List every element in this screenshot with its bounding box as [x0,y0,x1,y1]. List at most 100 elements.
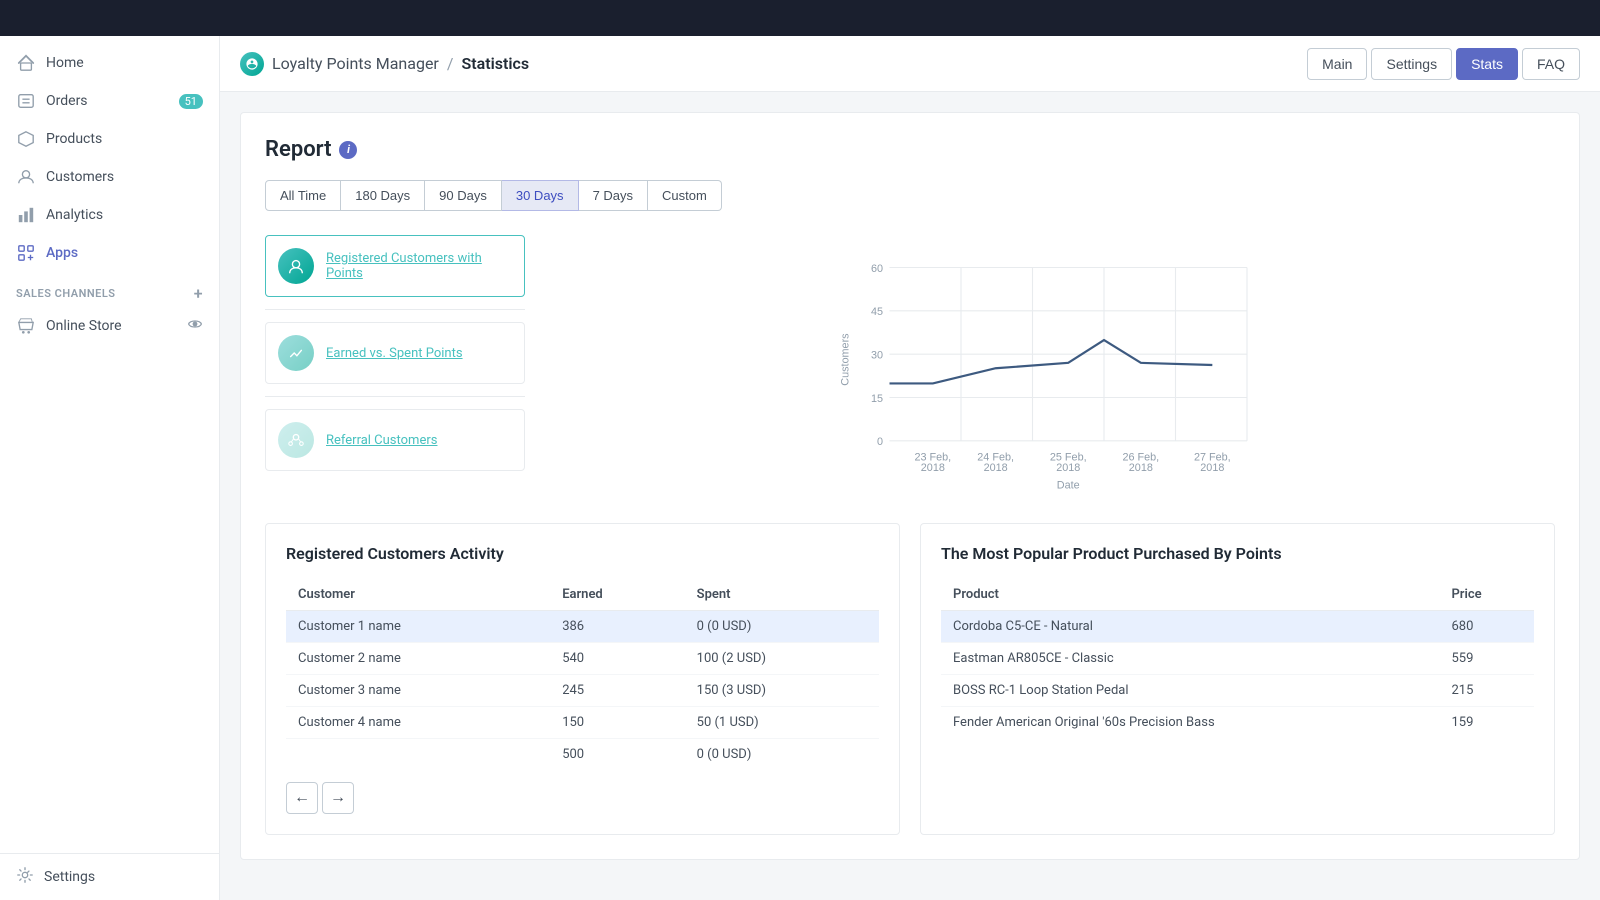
online-store-icon [16,316,36,336]
cell-customer [286,739,550,771]
home-icon [16,53,36,73]
sidebar: Home Orders 51 Products Customers [0,36,220,900]
cell-customer: Customer 1 name [286,611,550,643]
cell-earned: 150 [550,707,684,739]
sidebar-item-apps[interactable]: Apps [0,234,219,272]
tab-main[interactable]: Main [1307,48,1367,80]
tab-stats[interactable]: Stats [1456,48,1518,80]
sidebar-item-products-label: Products [46,131,102,147]
sidebar-settings[interactable]: Settings [0,853,219,900]
svg-text:2018: 2018 [1056,462,1080,474]
cell-spent: 0 (0 USD) [685,611,879,643]
table-row: Customer 3 name 245 150 (3 USD) [286,675,879,707]
svg-text:30: 30 [871,350,883,362]
sidebar-item-orders-label: Orders [46,93,88,109]
chart-section: Registered Customers with Points Earned … [265,235,1555,499]
report-card: Report i All Time 180 Days 90 Days 30 Da… [240,112,1580,860]
breadcrumb-page-title: Statistics [461,54,529,73]
table-row: Fender American Original '60s Precision … [941,707,1534,739]
cell-price: 680 [1439,611,1534,643]
legend-referral[interactable]: Referral Customers [265,409,525,471]
tab-faq[interactable]: FAQ [1522,48,1580,80]
table-row: Customer 4 name 150 50 (1 USD) [286,707,879,739]
svg-text:Date: Date [1057,480,1080,492]
table-pagination: ← → [286,782,879,814]
online-store-visibility-icon[interactable] [187,316,203,336]
registered-activity-table: Customer Earned Spent Customer 1 name 38… [286,579,879,770]
sales-channels-section: SALES CHANNELS + [0,272,219,307]
sidebar-settings-label: Settings [44,869,95,885]
sidebar-item-home[interactable]: Home [0,44,219,82]
referral-label: Referral Customers [326,433,437,448]
report-info-icon[interactable]: i [339,141,357,159]
sidebar-item-analytics[interactable]: Analytics [0,196,219,234]
cell-customer: Customer 3 name [286,675,550,707]
table-row: Eastman AR805CE - Classic 559 [941,643,1534,675]
filter-180-days[interactable]: 180 Days [341,180,425,211]
registered-customers-icon [278,248,314,284]
prev-page-button[interactable]: ← [286,782,318,814]
line-chart: 0 15 30 45 60 23 Feb, 2018 24 Feb, 2018 … [549,235,1555,495]
earned-spent-label: Earned vs. Spent Points [326,346,463,361]
app-icon [240,52,264,76]
main-content: Report i All Time 180 Days 90 Days 30 Da… [220,92,1600,900]
legend-earned-spent[interactable]: Earned vs. Spent Points [265,322,525,384]
sidebar-item-orders[interactable]: Orders 51 [0,82,219,120]
sidebar-item-products[interactable]: Products [0,120,219,158]
registered-activity-card: Registered Customers Activity Customer E… [265,523,900,835]
report-title-row: Report i [265,137,1555,162]
breadcrumb: Loyalty Points Manager / Statistics [240,52,529,76]
svg-text:15: 15 [871,393,883,405]
cell-spent: 50 (1 USD) [685,707,879,739]
cell-spent: 150 (3 USD) [685,675,879,707]
add-sales-channel-icon[interactable]: + [194,284,203,303]
filter-all-time[interactable]: All Time [265,180,341,211]
legend-divider-1 [265,309,525,310]
report-title-text: Report [265,137,331,162]
cell-product: Fender American Original '60s Precision … [941,707,1439,739]
orders-badge: 51 [179,94,203,109]
products-icon [16,129,36,149]
registered-customers-label: Registered Customers with Points [326,251,512,281]
svg-text:2018: 2018 [1129,462,1153,474]
table-row: BOSS RC-1 Loop Station Pedal 215 [941,675,1534,707]
cell-earned: 245 [550,675,684,707]
col-customer: Customer [286,579,550,611]
cell-product: BOSS RC-1 Loop Station Pedal [941,675,1439,707]
next-page-button[interactable]: → [322,782,354,814]
cell-price: 559 [1439,643,1534,675]
sidebar-item-customers[interactable]: Customers [0,158,219,196]
filter-30-days[interactable]: 30 Days [502,180,579,211]
table-row: 500 0 (0 USD) [286,739,879,771]
filter-custom[interactable]: Custom [648,180,722,211]
settings-icon [16,866,34,888]
sales-channels-title: SALES CHANNELS [16,287,116,300]
cell-earned: 500 [550,739,684,771]
filter-7-days[interactable]: 7 Days [579,180,648,211]
analytics-icon [16,205,36,225]
svg-text:2018: 2018 [921,462,945,474]
legend-registered-customers[interactable]: Registered Customers with Points [265,235,525,297]
chart-line [890,340,1213,383]
tab-settings[interactable]: Settings [1371,48,1452,80]
referral-icon [278,422,314,458]
time-filters: All Time 180 Days 90 Days 30 Days 7 Days… [265,180,1555,211]
top-bar [0,0,1600,36]
popular-products-table: Product Price Cordoba C5-CE - Natural 68… [941,579,1534,738]
cell-price: 215 [1439,675,1534,707]
sidebar-item-home-label: Home [46,55,84,71]
chart-container: 0 15 30 45 60 23 Feb, 2018 24 Feb, 2018 … [549,235,1555,499]
filter-90-days[interactable]: 90 Days [425,180,502,211]
orders-icon [16,91,36,111]
cell-spent: 100 (2 USD) [685,643,879,675]
main-header: Loyalty Points Manager / Statistics Main… [220,36,1600,92]
col-product: Product [941,579,1439,611]
svg-text:2018: 2018 [984,462,1008,474]
col-earned: Earned [550,579,684,611]
header-tabs: Main Settings Stats FAQ [1307,48,1580,80]
cell-price: 159 [1439,707,1534,739]
cell-product: Eastman AR805CE - Classic [941,643,1439,675]
sidebar-item-online-store[interactable]: Online Store [0,307,219,345]
cell-product: Cordoba C5-CE - Natural [941,611,1439,643]
svg-text:Customers: Customers [839,333,851,386]
